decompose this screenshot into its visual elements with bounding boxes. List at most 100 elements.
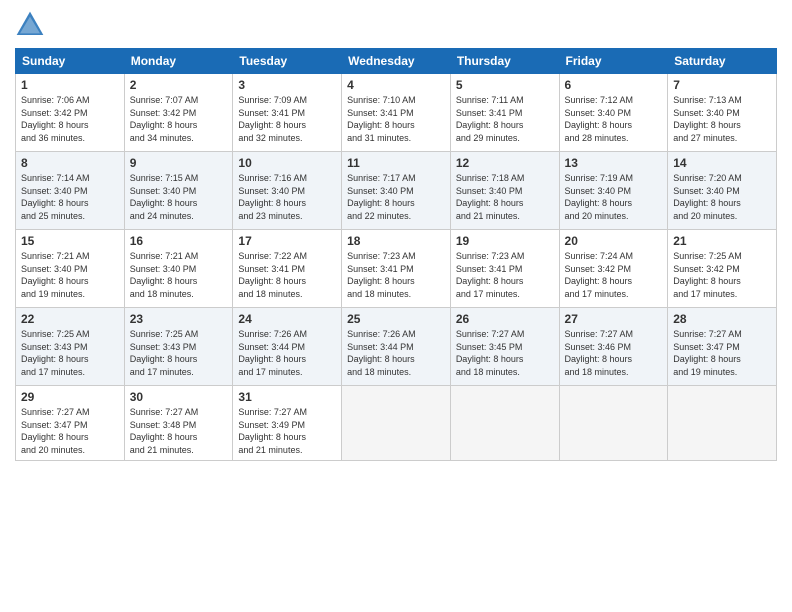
day-info: Sunrise: 7:27 AM Sunset: 3:49 PM Dayligh… <box>238 406 336 456</box>
calendar-cell: 7 Sunrise: 7:13 AM Sunset: 3:40 PM Daylig… <box>668 74 777 152</box>
day-info: Sunrise: 7:26 AM Sunset: 3:44 PM Dayligh… <box>238 328 336 378</box>
day-header-tuesday: Tuesday <box>233 49 342 74</box>
day-number: 12 <box>456 156 554 170</box>
day-number: 2 <box>130 78 228 92</box>
day-header-friday: Friday <box>559 49 668 74</box>
day-number: 7 <box>673 78 771 92</box>
day-info: Sunrise: 7:17 AM Sunset: 3:40 PM Dayligh… <box>347 172 445 222</box>
day-info: Sunrise: 7:25 AM Sunset: 3:42 PM Dayligh… <box>673 250 771 300</box>
day-number: 27 <box>565 312 663 326</box>
calendar-cell: 23 Sunrise: 7:25 AM Sunset: 3:43 PM Dayli… <box>124 308 233 386</box>
day-info: Sunrise: 7:14 AM Sunset: 3:40 PM Dayligh… <box>21 172 119 222</box>
calendar-cell: 19Sunrise: 7:23 AM Sunset: 3:41 PM Dayli… <box>450 230 559 308</box>
day-info: Sunrise: 7:27 AM Sunset: 3:46 PM Dayligh… <box>565 328 663 378</box>
calendar-cell: 20 Sunrise: 7:24 AM Sunset: 3:42 PM Dayli… <box>559 230 668 308</box>
calendar-cell: 29 Sunrise: 7:27 AM Sunset: 3:47 PM Dayli… <box>16 386 125 461</box>
day-info: Sunrise: 7:27 AM Sunset: 3:45 PM Dayligh… <box>456 328 554 378</box>
day-number: 11 <box>347 156 445 170</box>
day-info: Sunrise: 7:19 AM Sunset: 3:40 PM Dayligh… <box>565 172 663 222</box>
day-number: 9 <box>130 156 228 170</box>
day-info: Sunrise: 7:13 AM Sunset: 3:40 PM Dayligh… <box>673 94 771 144</box>
day-info: Sunrise: 7:21 AM Sunset: 3:40 PM Dayligh… <box>130 250 228 300</box>
page-container: SundayMondayTuesdayWednesdayThursdayFrid… <box>0 0 792 471</box>
header-row: SundayMondayTuesdayWednesdayThursdayFrid… <box>16 49 777 74</box>
calendar-cell: 13 Sunrise: 7:19 AM Sunset: 3:40 PM Dayli… <box>559 152 668 230</box>
day-info: Sunrise: 7:23 AM Sunset: 3:41 PM Dayligh… <box>347 250 445 300</box>
day-header-sunday: Sunday <box>16 49 125 74</box>
calendar-cell: 21 Sunrise: 7:25 AM Sunset: 3:42 PM Dayli… <box>668 230 777 308</box>
calendar-cell: 26 Sunrise: 7:27 AM Sunset: 3:45 PM Dayli… <box>450 308 559 386</box>
calendar-cell <box>342 386 451 461</box>
day-number: 28 <box>673 312 771 326</box>
day-number: 21 <box>673 234 771 248</box>
day-info: Sunrise: 7:22 AM Sunset: 3:41 PM Dayligh… <box>238 250 336 300</box>
day-number: 1 <box>21 78 119 92</box>
calendar-cell: 18 Sunrise: 7:23 AM Sunset: 3:41 PM Dayli… <box>342 230 451 308</box>
day-number: 13 <box>565 156 663 170</box>
day-number: 5 <box>456 78 554 92</box>
day-info: Sunrise: 7:24 AM Sunset: 3:42 PM Dayligh… <box>565 250 663 300</box>
calendar-cell: 5 Sunrise: 7:11 AM Sunset: 3:41 PM Daylig… <box>450 74 559 152</box>
day-number: 19 <box>456 234 554 248</box>
calendar-cell: 11 Sunrise: 7:17 AM Sunset: 3:40 PM Dayli… <box>342 152 451 230</box>
calendar-cell <box>559 386 668 461</box>
day-info: Sunrise: 7:21 AM Sunset: 3:40 PM Dayligh… <box>21 250 119 300</box>
calendar-cell: 24 Sunrise: 7:26 AM Sunset: 3:44 PM Dayli… <box>233 308 342 386</box>
day-info: Sunrise: 7:25 AM Sunset: 3:43 PM Dayligh… <box>21 328 119 378</box>
day-header-thursday: Thursday <box>450 49 559 74</box>
day-number: 29 <box>21 390 119 404</box>
calendar-cell: 10Sunrise: 7:16 AM Sunset: 3:40 PM Dayli… <box>233 152 342 230</box>
day-info: Sunrise: 7:27 AM Sunset: 3:47 PM Dayligh… <box>21 406 119 456</box>
calendar-cell <box>450 386 559 461</box>
day-number: 18 <box>347 234 445 248</box>
calendar-cell: 2 Sunrise: 7:07 AM Sunset: 3:42 PM Daylig… <box>124 74 233 152</box>
calendar-cell: 25Sunrise: 7:26 AM Sunset: 3:44 PM Dayli… <box>342 308 451 386</box>
calendar-cell: 17 Sunrise: 7:22 AM Sunset: 3:41 PM Dayli… <box>233 230 342 308</box>
calendar-cell: 9 Sunrise: 7:15 AM Sunset: 3:40 PM Daylig… <box>124 152 233 230</box>
day-info: Sunrise: 7:12 AM Sunset: 3:40 PM Dayligh… <box>565 94 663 144</box>
day-number: 23 <box>130 312 228 326</box>
day-number: 3 <box>238 78 336 92</box>
day-header-monday: Monday <box>124 49 233 74</box>
day-number: 16 <box>130 234 228 248</box>
day-info: Sunrise: 7:20 AM Sunset: 3:40 PM Dayligh… <box>673 172 771 222</box>
calendar-cell: 3 Sunrise: 7:09 AM Sunset: 3:41 PM Daylig… <box>233 74 342 152</box>
day-info: Sunrise: 7:25 AM Sunset: 3:43 PM Dayligh… <box>130 328 228 378</box>
day-info: Sunrise: 7:15 AM Sunset: 3:40 PM Dayligh… <box>130 172 228 222</box>
day-number: 15 <box>21 234 119 248</box>
calendar-cell: 4Sunrise: 7:10 AM Sunset: 3:41 PM Daylig… <box>342 74 451 152</box>
calendar-cell: 28 Sunrise: 7:27 AM Sunset: 3:47 PM Dayli… <box>668 308 777 386</box>
day-info: Sunrise: 7:18 AM Sunset: 3:40 PM Dayligh… <box>456 172 554 222</box>
day-info: Sunrise: 7:09 AM Sunset: 3:41 PM Dayligh… <box>238 94 336 144</box>
logo <box>15 10 49 40</box>
day-number: 31 <box>238 390 336 404</box>
day-number: 24 <box>238 312 336 326</box>
calendar-cell: 16 Sunrise: 7:21 AM Sunset: 3:40 PM Dayli… <box>124 230 233 308</box>
day-info: Sunrise: 7:26 AM Sunset: 3:44 PM Dayligh… <box>347 328 445 378</box>
calendar-cell: 31 Sunrise: 7:27 AM Sunset: 3:49 PM Dayli… <box>233 386 342 461</box>
calendar-cell: 27 Sunrise: 7:27 AM Sunset: 3:46 PM Dayli… <box>559 308 668 386</box>
calendar-table: SundayMondayTuesdayWednesdayThursdayFrid… <box>15 48 777 461</box>
day-number: 6 <box>565 78 663 92</box>
calendar-cell: 30Sunrise: 7:27 AM Sunset: 3:48 PM Dayli… <box>124 386 233 461</box>
calendar-cell <box>668 386 777 461</box>
day-header-wednesday: Wednesday <box>342 49 451 74</box>
day-header-saturday: Saturday <box>668 49 777 74</box>
day-number: 4 <box>347 78 445 92</box>
day-number: 30 <box>130 390 228 404</box>
calendar-cell: 8Sunrise: 7:14 AM Sunset: 3:40 PM Daylig… <box>16 152 125 230</box>
day-info: Sunrise: 7:27 AM Sunset: 3:47 PM Dayligh… <box>673 328 771 378</box>
day-number: 22 <box>21 312 119 326</box>
day-info: Sunrise: 7:06 AM Sunset: 3:42 PM Dayligh… <box>21 94 119 144</box>
header <box>15 10 777 40</box>
calendar-cell: 22 Sunrise: 7:25 AM Sunset: 3:43 PM Dayli… <box>16 308 125 386</box>
calendar-cell: 15 Sunrise: 7:21 AM Sunset: 3:40 PM Dayli… <box>16 230 125 308</box>
day-number: 20 <box>565 234 663 248</box>
day-number: 26 <box>456 312 554 326</box>
day-info: Sunrise: 7:11 AM Sunset: 3:41 PM Dayligh… <box>456 94 554 144</box>
calendar-cell: 14Sunrise: 7:20 AM Sunset: 3:40 PM Dayli… <box>668 152 777 230</box>
day-info: Sunrise: 7:07 AM Sunset: 3:42 PM Dayligh… <box>130 94 228 144</box>
day-number: 17 <box>238 234 336 248</box>
calendar-cell: 1 Sunrise: 7:06 AM Sunset: 3:42 PM Daylig… <box>16 74 125 152</box>
calendar-cell: 12 Sunrise: 7:18 AM Sunset: 3:40 PM Dayli… <box>450 152 559 230</box>
